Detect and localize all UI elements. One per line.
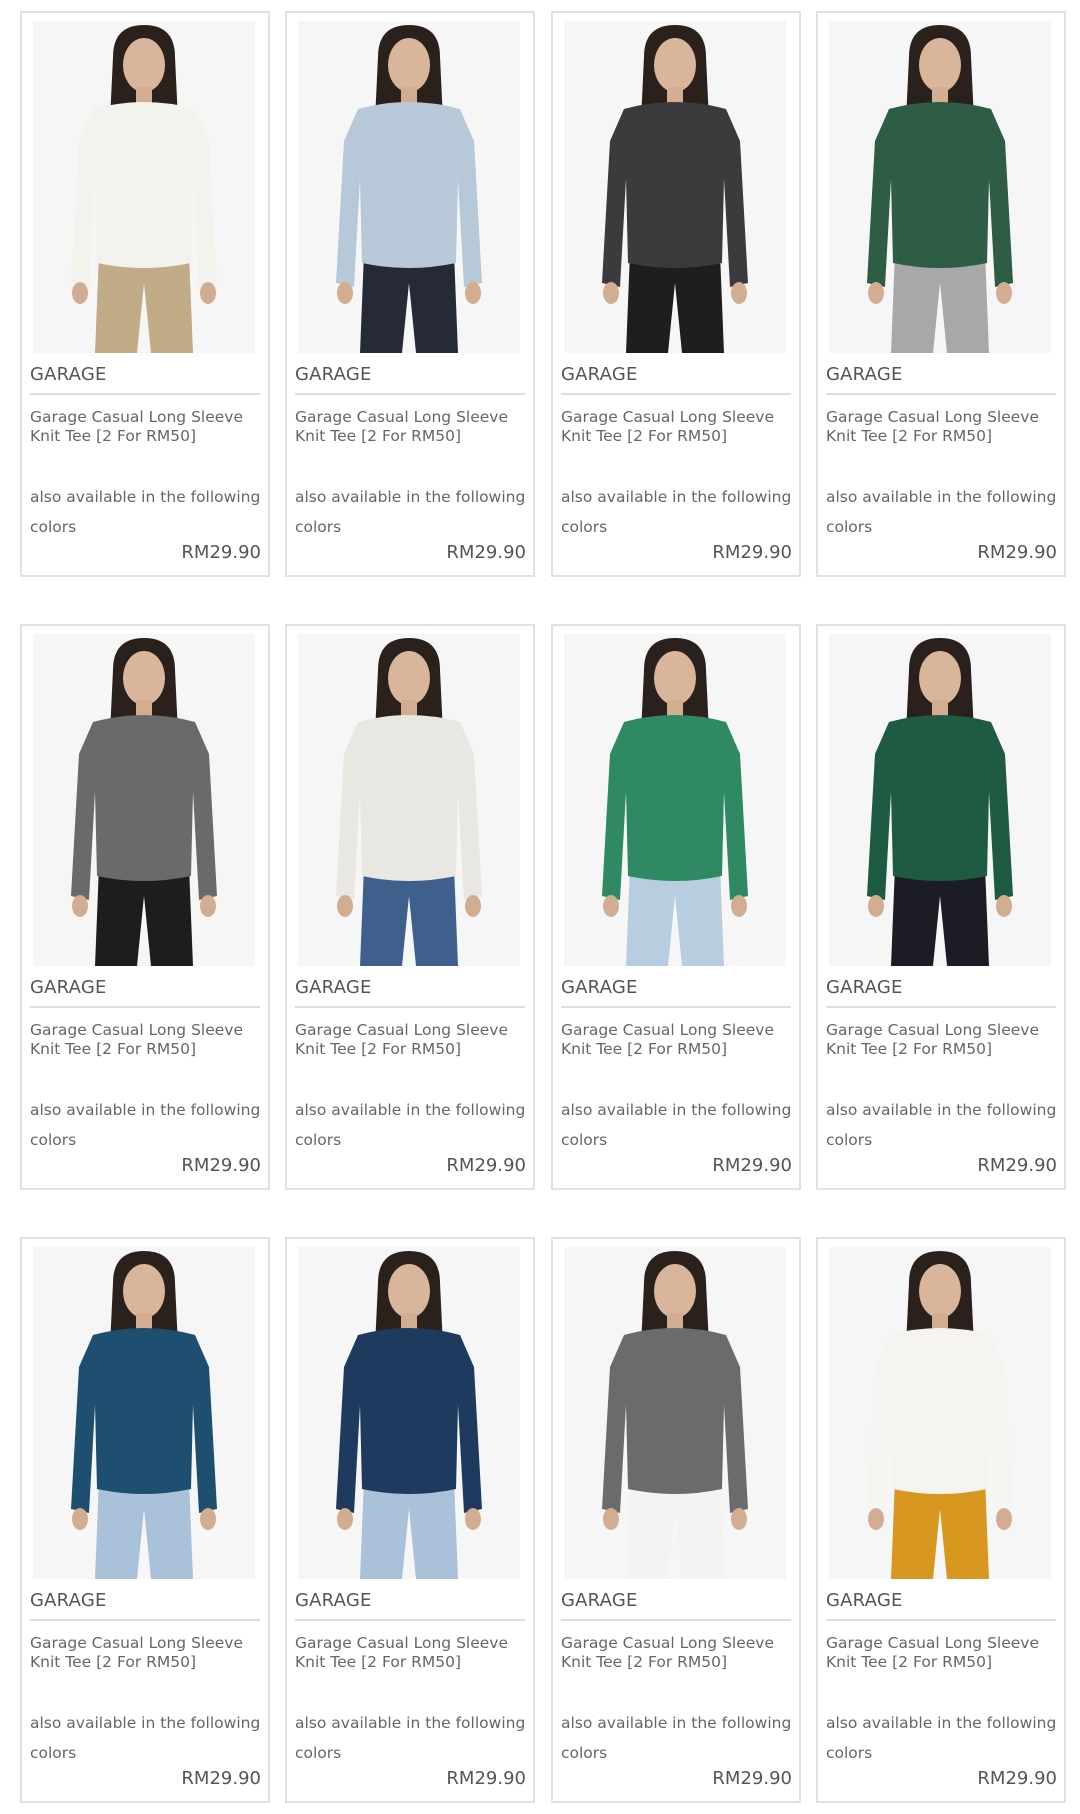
color-availability-text: also available in the following colors	[295, 1101, 526, 1149]
product-name[interactable]: Garage Casual Long Sleeve Knit Tee [2 Fo…	[295, 1021, 527, 1059]
color-availability-text: also available in the following colors	[561, 1101, 792, 1149]
product-image[interactable]	[33, 21, 255, 353]
product-image[interactable]	[829, 634, 1051, 966]
brand-name[interactable]: GARAGE	[826, 364, 1056, 395]
product-name[interactable]: Garage Casual Long Sleeve Knit Tee [2 Fo…	[561, 1021, 793, 1059]
color-availability-text: also available in the following colors	[561, 1714, 792, 1762]
product-image[interactable]	[298, 21, 520, 353]
brand-name[interactable]: GARAGE	[295, 1590, 525, 1621]
product-image[interactable]	[298, 634, 520, 966]
brand-name[interactable]: GARAGE	[30, 364, 260, 395]
product-price: RM29.90	[977, 542, 1057, 563]
product-grid: GARAGE Garage Casual Long Sleeve Knit Tee…	[0, 0, 1080, 1814]
brand-name[interactable]: GARAGE	[30, 977, 260, 1008]
product-image[interactable]	[564, 1247, 786, 1579]
brand-name[interactable]: GARAGE	[561, 364, 791, 395]
product-card[interactable]: GARAGE Garage Casual Long Sleeve Knit Tee…	[285, 11, 535, 577]
product-price: RM29.90	[446, 1768, 526, 1789]
product-price: RM29.90	[712, 1155, 792, 1176]
product-name[interactable]: Garage Casual Long Sleeve Knit Tee [2 Fo…	[826, 1021, 1058, 1059]
model-photo-icon	[298, 1247, 520, 1579]
model-photo-icon	[564, 634, 786, 966]
model-photo-icon	[564, 21, 786, 353]
color-availability-text: also available in the following colors	[826, 1714, 1057, 1762]
product-card[interactable]: GARAGE Garage Casual Long Sleeve Knit Tee…	[816, 1237, 1066, 1803]
brand-name[interactable]: GARAGE	[295, 364, 525, 395]
model-photo-icon	[33, 1247, 255, 1579]
product-card[interactable]: GARAGE Garage Casual Long Sleeve Knit Tee…	[551, 11, 801, 577]
brand-name[interactable]: GARAGE	[561, 977, 791, 1008]
brand-name[interactable]: GARAGE	[826, 1590, 1056, 1621]
product-price: RM29.90	[712, 1768, 792, 1789]
product-card[interactable]: GARAGE Garage Casual Long Sleeve Knit Tee…	[551, 1237, 801, 1803]
product-image[interactable]	[298, 1247, 520, 1579]
product-image[interactable]	[33, 1247, 255, 1579]
color-availability-text: also available in the following colors	[295, 1714, 526, 1762]
color-availability-text: also available in the following colors	[30, 1714, 261, 1762]
color-availability-text: also available in the following colors	[826, 1101, 1057, 1149]
model-photo-icon	[829, 21, 1051, 353]
product-card[interactable]: GARAGE Garage Casual Long Sleeve Knit Tee…	[20, 624, 270, 1190]
product-price: RM29.90	[181, 542, 261, 563]
brand-name[interactable]: GARAGE	[826, 977, 1056, 1008]
model-photo-icon	[298, 634, 520, 966]
product-name[interactable]: Garage Casual Long Sleeve Knit Tee [2 Fo…	[826, 408, 1058, 446]
color-availability-text: also available in the following colors	[826, 488, 1057, 536]
model-photo-icon	[829, 634, 1051, 966]
color-availability-text: also available in the following colors	[30, 488, 261, 536]
brand-name[interactable]: GARAGE	[30, 1590, 260, 1621]
model-photo-icon	[298, 21, 520, 353]
brand-name[interactable]: GARAGE	[561, 1590, 791, 1621]
product-image[interactable]	[829, 21, 1051, 353]
product-price: RM29.90	[181, 1155, 261, 1176]
color-availability-text: also available in the following colors	[295, 488, 526, 536]
product-image[interactable]	[564, 21, 786, 353]
product-price: RM29.90	[446, 542, 526, 563]
model-photo-icon	[829, 1247, 1051, 1579]
product-name[interactable]: Garage Casual Long Sleeve Knit Tee [2 Fo…	[30, 408, 262, 446]
product-card[interactable]: GARAGE Garage Casual Long Sleeve Knit Tee…	[20, 1237, 270, 1803]
product-price: RM29.90	[977, 1768, 1057, 1789]
product-price: RM29.90	[712, 542, 792, 563]
product-image[interactable]	[564, 634, 786, 966]
product-name[interactable]: Garage Casual Long Sleeve Knit Tee [2 Fo…	[561, 408, 793, 446]
model-photo-icon	[564, 1247, 786, 1579]
product-card[interactable]: GARAGE Garage Casual Long Sleeve Knit Tee…	[816, 624, 1066, 1190]
product-name[interactable]: Garage Casual Long Sleeve Knit Tee [2 Fo…	[30, 1634, 262, 1672]
color-availability-text: also available in the following colors	[30, 1101, 261, 1149]
model-photo-icon	[33, 21, 255, 353]
brand-name[interactable]: GARAGE	[295, 977, 525, 1008]
product-price: RM29.90	[977, 1155, 1057, 1176]
product-card[interactable]: GARAGE Garage Casual Long Sleeve Knit Tee…	[285, 624, 535, 1190]
product-price: RM29.90	[181, 1768, 261, 1789]
product-card[interactable]: GARAGE Garage Casual Long Sleeve Knit Tee…	[551, 624, 801, 1190]
color-availability-text: also available in the following colors	[561, 488, 792, 536]
product-name[interactable]: Garage Casual Long Sleeve Knit Tee [2 Fo…	[295, 1634, 527, 1672]
product-image[interactable]	[829, 1247, 1051, 1579]
product-name[interactable]: Garage Casual Long Sleeve Knit Tee [2 Fo…	[561, 1634, 793, 1672]
product-card[interactable]: GARAGE Garage Casual Long Sleeve Knit Tee…	[20, 11, 270, 577]
product-name[interactable]: Garage Casual Long Sleeve Knit Tee [2 Fo…	[295, 408, 527, 446]
product-card[interactable]: GARAGE Garage Casual Long Sleeve Knit Tee…	[816, 11, 1066, 577]
product-image[interactable]	[33, 634, 255, 966]
product-name[interactable]: Garage Casual Long Sleeve Knit Tee [2 Fo…	[826, 1634, 1058, 1672]
product-price: RM29.90	[446, 1155, 526, 1176]
model-photo-icon	[33, 634, 255, 966]
product-card[interactable]: GARAGE Garage Casual Long Sleeve Knit Tee…	[285, 1237, 535, 1803]
product-name[interactable]: Garage Casual Long Sleeve Knit Tee [2 Fo…	[30, 1021, 262, 1059]
